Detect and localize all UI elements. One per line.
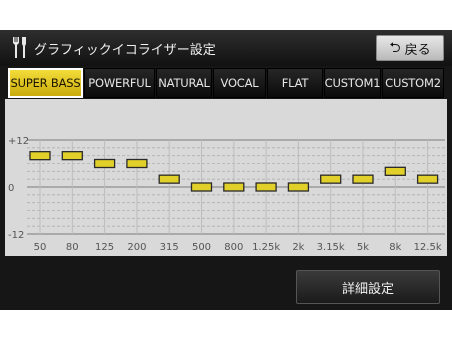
wrench-icon	[13, 37, 26, 58]
band-slider-knob[interactable]	[93, 158, 116, 169]
back-button-label: 戻る	[404, 42, 431, 58]
band-slider-knob[interactable]	[255, 182, 277, 192]
band-slider-knob[interactable]	[158, 174, 180, 184]
frequency-label: 50	[34, 242, 47, 253]
y-axis-label: +12	[8, 136, 29, 147]
tab-custom2[interactable]: CUSTOM2	[382, 68, 444, 98]
back-arrow-icon: ⮌	[389, 40, 401, 56]
tab-flat[interactable]: FLAT	[267, 68, 323, 98]
y-axis-label: 0	[8, 183, 14, 194]
frequency-label: 5k	[357, 242, 369, 253]
frequency-label: 800	[224, 242, 243, 253]
frequency-label: 8k	[389, 242, 401, 253]
detail-settings-label: 詳細設定	[341, 281, 394, 297]
tab-super-bass[interactable]: SUPER BASS	[8, 68, 83, 98]
tab-powerful[interactable]: POWERFUL	[84, 68, 155, 98]
frequency-label: 12.5k	[414, 242, 442, 253]
frequency-label: 500	[192, 242, 211, 253]
page-title: グラフィックイコライザー設定	[34, 43, 216, 58]
preset-tabs: SUPER BASS POWERFUL NATURAL VOCAL FLAT C…	[8, 68, 444, 98]
tab-label: CUSTOM1	[324, 76, 381, 90]
tab-label: VOCAL	[220, 76, 259, 90]
equalizer-graph: +12 0 -12 50 80 125 200 315 500 800 1.25k 2k 3.15k 5k…	[8, 136, 445, 253]
band-slider-knob[interactable]	[320, 174, 342, 184]
equalizer-screen: グラフィックイコライザー設定 ⮌ 戻る SUPER BASS POWERFUL …	[0, 30, 452, 310]
frequency-label: 80	[66, 242, 79, 253]
tab-label: FLAT	[281, 76, 309, 90]
band-slider-knob[interactable]	[384, 166, 406, 176]
tab-label: NATURAL	[158, 76, 210, 90]
back-button[interactable]: ⮌ 戻る	[376, 35, 444, 61]
equalizer-panel: +12 0 -12 50 80 125 200 315 500 800 1.25k 2k 3.15k 5k…	[5, 99, 447, 256]
detail-settings-button[interactable]: 詳細設定	[296, 270, 440, 304]
band-slider-knob[interactable]	[416, 174, 439, 184]
frequency-label: 2k	[292, 242, 304, 253]
title-bar: グラフィックイコライザー設定 ⮌ 戻る	[0, 30, 452, 66]
tab-vocal[interactable]: VOCAL	[213, 68, 266, 98]
band-slider-knob[interactable]	[223, 182, 245, 192]
tab-label: POWERFUL	[88, 76, 151, 90]
band-slider-knob[interactable]	[190, 182, 213, 192]
band-slider-knob[interactable]	[126, 158, 148, 169]
frequency-label: 125	[95, 242, 114, 253]
tab-label: SUPER BASS	[10, 76, 81, 90]
band-slider-knob[interactable]	[29, 151, 51, 161]
frequency-label: 3.15k	[317, 242, 345, 253]
frequency-label: 200	[127, 242, 146, 253]
tab-label: CUSTOM2	[385, 76, 441, 90]
tab-custom1[interactable]: CUSTOM1	[324, 68, 381, 98]
tab-natural[interactable]: NATURAL	[156, 68, 212, 98]
frequency-label: 315	[160, 242, 179, 253]
band-slider-knob[interactable]	[287, 182, 310, 192]
y-axis-label: -12	[8, 230, 24, 241]
band-slider-knob[interactable]	[61, 151, 83, 161]
band-slider-knob[interactable]	[352, 174, 374, 184]
frequency-label: 1.25k	[252, 242, 280, 253]
